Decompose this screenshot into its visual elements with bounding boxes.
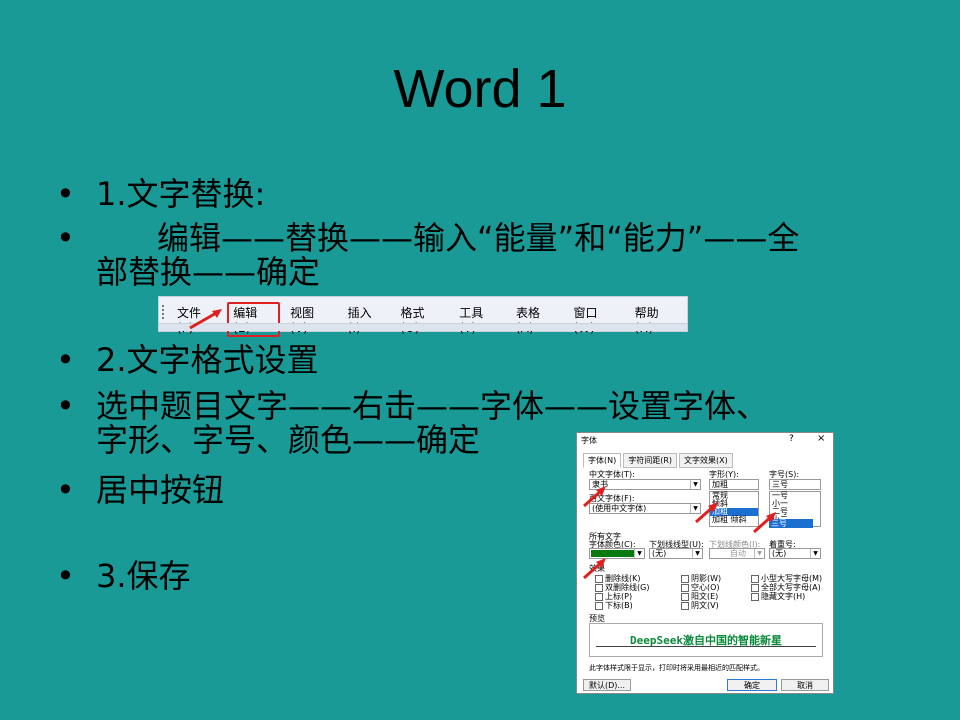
chevron-down-icon: ▼ bbox=[634, 549, 644, 558]
menu-table[interactable]: 表格(A) bbox=[510, 302, 564, 337]
underline-type-value: (无) bbox=[652, 549, 667, 558]
slide-title: Word 1 bbox=[393, 59, 567, 119]
dialog-title: 字体 bbox=[581, 436, 597, 445]
emphasis-value: (无) bbox=[772, 549, 787, 558]
default-button[interactable]: 默认(D)... bbox=[583, 679, 631, 691]
bullet-dot: • bbox=[56, 557, 75, 595]
chevron-down-icon: ▼ bbox=[810, 549, 820, 558]
chevron-down-icon: ▼ bbox=[754, 549, 764, 558]
bullet-text: 选中题目文字——右击——字体——设置字体、 bbox=[96, 387, 769, 425]
checkbox-label: 下标(B) bbox=[605, 601, 633, 610]
dialog-note: 此字体样式限于显示，打印时将采用最相近的匹配样式。 bbox=[589, 664, 764, 672]
bullet-text: 居中按钮 bbox=[96, 471, 225, 509]
menu-insert[interactable]: 插入(I) bbox=[342, 302, 391, 337]
font-dialog: 字体 ? × 字体(N) 字符间距(R) 文字效果(X) 中文字体(T): 隶书… bbox=[576, 432, 834, 694]
close-icon[interactable]: × bbox=[817, 433, 825, 444]
size-input[interactable]: 三号 bbox=[769, 479, 821, 490]
bullet-dot: • bbox=[56, 219, 75, 257]
underline-type-select[interactable]: (无) ▼ bbox=[649, 548, 703, 559]
red-arrow-icon bbox=[583, 558, 606, 580]
bullet-text: 1.文字替换: bbox=[96, 175, 266, 213]
chevron-down-icon: ▼ bbox=[692, 549, 702, 558]
bullet-text: 部替换——确定 bbox=[96, 253, 321, 291]
slide: Word 1 • • • • • • 1.文字替换: 编辑——替换——输入“能量… bbox=[0, 0, 960, 720]
bullet-dot: • bbox=[56, 341, 75, 379]
toolbar-grip[interactable] bbox=[162, 305, 167, 319]
word-menubar: 文件(F) 编辑(E) 视图(V) 插入(I) 格式(O) 工具(T) 表格(A… bbox=[158, 296, 688, 337]
menu-tools[interactable]: 工具(T) bbox=[453, 302, 506, 337]
dialog-tabs: 字体(N) 字符间距(R) 文字效果(X) bbox=[583, 453, 733, 468]
preview-box: DeepSeek激自中国的智能新星 bbox=[589, 623, 823, 657]
cancel-button[interactable]: 取消 bbox=[781, 679, 829, 691]
red-arrow-icon bbox=[753, 512, 776, 534]
menu-view[interactable]: 视图(V) bbox=[284, 302, 338, 337]
menu-window[interactable]: 窗口(W) bbox=[567, 302, 624, 337]
menu-format[interactable]: 格式(O) bbox=[395, 302, 450, 337]
emphasis-select[interactable]: (无) ▼ bbox=[769, 548, 821, 559]
underline-color-value: 自动 bbox=[730, 549, 746, 558]
help-button[interactable]: ? bbox=[789, 434, 794, 444]
subscript-checkbox[interactable]: 下标(B) bbox=[595, 600, 633, 611]
tab-font[interactable]: 字体(N) bbox=[583, 453, 622, 468]
menu-edit[interactable]: 编辑(E) bbox=[227, 302, 281, 337]
ok-button[interactable]: 确定 bbox=[727, 679, 777, 691]
chevron-down-icon: ▼ bbox=[690, 480, 700, 489]
bullet-dot: • bbox=[56, 471, 75, 509]
underline-color-select[interactable]: 自动 ▼ bbox=[709, 548, 765, 559]
tab-spacing[interactable]: 字符间距(R) bbox=[623, 453, 678, 468]
checkbox-label: 阴文(V) bbox=[691, 601, 719, 610]
bullet-dot: • bbox=[56, 175, 75, 213]
bullet-text: 编辑——替换——输入“能量”和“能力”——全 bbox=[96, 219, 800, 257]
bullet-text: 2.文字格式设置 bbox=[96, 341, 319, 379]
menu-help[interactable]: 帮助(H) bbox=[629, 302, 683, 337]
bullet-text: 3.保存 bbox=[96, 557, 191, 595]
bullet-text: 字形、字号、颜色——确定 bbox=[96, 421, 481, 459]
menu-row: 文件(F) 编辑(E) 视图(V) 插入(I) 格式(O) 工具(T) 表格(A… bbox=[171, 302, 687, 337]
red-arrow-icon bbox=[695, 502, 718, 524]
hidden-checkbox[interactable]: 隐藏文字(H) bbox=[751, 591, 805, 602]
style-input[interactable]: 加粗 bbox=[709, 479, 759, 490]
red-arrow-icon bbox=[583, 486, 606, 508]
red-arrow-icon bbox=[189, 309, 222, 330]
toolbar-strip bbox=[159, 323, 687, 331]
tab-effects[interactable]: 文字效果(X) bbox=[679, 453, 733, 468]
checkbox-label: 隐藏文字(H) bbox=[761, 592, 806, 601]
preview-text: DeepSeek激自中国的智能新星 bbox=[630, 634, 782, 647]
engrave-checkbox[interactable]: 阴文(V) bbox=[681, 600, 719, 611]
bullet-dot: • bbox=[56, 387, 75, 425]
